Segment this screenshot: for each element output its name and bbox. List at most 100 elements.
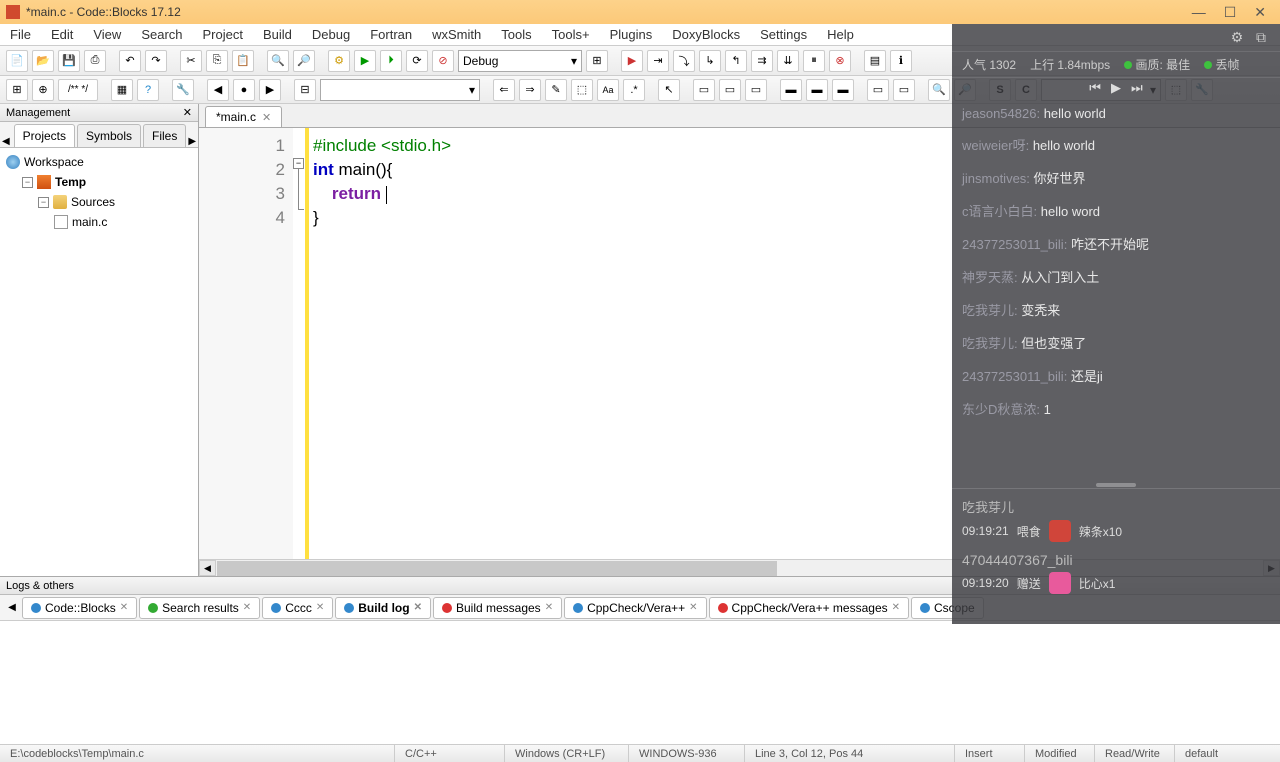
run-icon[interactable]: ▶ (354, 50, 376, 72)
cursor-icon[interactable]: ↖ (658, 79, 680, 101)
drag-handle-icon[interactable] (1096, 483, 1136, 487)
regex-icon[interactable]: .* (623, 79, 645, 101)
fold-minus-icon[interactable]: − (293, 158, 304, 169)
run-to-cursor-icon[interactable]: ⇥ (647, 50, 669, 72)
save-icon[interactable]: 💾 (58, 50, 80, 72)
log-tab-search[interactable]: Search results✕ (139, 597, 260, 619)
menu-plugins[interactable]: Plugins (600, 25, 663, 44)
tb2-wrench-icon[interactable]: 🔧 (172, 79, 194, 101)
tab-projects[interactable]: Projects (14, 124, 75, 147)
scroll-thumb[interactable] (217, 561, 777, 576)
copy-icon[interactable]: ⎘ (206, 50, 228, 72)
tab-files[interactable]: Files (143, 124, 186, 147)
close-icon[interactable]: ✕ (545, 602, 553, 613)
menu-wxsmith[interactable]: wxSmith (422, 25, 491, 44)
build-run-icon[interactable]: ⏵ (380, 50, 402, 72)
close-icon[interactable]: ✕ (892, 602, 900, 613)
tb2-comment-icon[interactable]: /** */ (58, 79, 98, 101)
maximize-button[interactable]: ☐ (1224, 4, 1237, 21)
nav-back-icon[interactable]: ◀ (207, 79, 229, 101)
break-icon[interactable]: ⏸ (803, 50, 825, 72)
tb2-icon[interactable]: ▭ (745, 79, 767, 101)
menu-project[interactable]: Project (193, 25, 253, 44)
tabs-left-arrow[interactable]: ◀ (0, 136, 12, 147)
menu-debug[interactable]: Debug (302, 25, 360, 44)
log-tab-buildmsg[interactable]: Build messages✕ (433, 597, 562, 619)
logs-body[interactable] (0, 621, 1280, 744)
highlight-icon[interactable]: ✎ (545, 79, 567, 101)
editor-tab-mainc[interactable]: *main.c ✕ (205, 106, 282, 127)
close-button[interactable]: ✕ (1254, 4, 1266, 21)
menu-file[interactable]: File (0, 25, 41, 44)
minimize-button[interactable]: — (1192, 4, 1206, 21)
menu-fortran[interactable]: Fortran (360, 25, 422, 44)
tb2-icon[interactable]: ▬ (806, 79, 828, 101)
tb2-icon[interactable]: ▭ (893, 79, 915, 101)
tree-file-mainc[interactable]: main.c (6, 212, 192, 232)
cut-icon[interactable]: ✂ (180, 50, 202, 72)
tb2-icon[interactable]: ⊞ (6, 79, 28, 101)
new-file-icon[interactable]: 📄 (6, 50, 28, 72)
tree-workspace[interactable]: Workspace (6, 152, 192, 172)
tab-close-icon[interactable]: ✕ (262, 111, 271, 124)
menu-toolsplus[interactable]: Tools+ (542, 25, 600, 44)
step-out-icon[interactable]: ↰ (725, 50, 747, 72)
tab-symbols[interactable]: Symbols (77, 124, 141, 147)
debug-windows-icon[interactable]: ▤ (864, 50, 886, 72)
save-all-icon[interactable]: ⎙ (84, 50, 106, 72)
tb2-icon[interactable]: ▭ (693, 79, 715, 101)
management-close-icon[interactable]: ✕ (183, 106, 192, 119)
build-target-select[interactable]: Debug▾ (458, 50, 582, 72)
popout-icon[interactable]: ⧉ (1252, 29, 1270, 47)
zoom-in-icon[interactable]: 🔍 (928, 79, 950, 101)
tree-sources[interactable]: −Sources (6, 192, 192, 212)
close-icon[interactable]: ✕ (689, 602, 697, 613)
build-icon[interactable]: ⚙ (328, 50, 350, 72)
menu-help[interactable]: Help (817, 25, 864, 44)
tb2-help-icon[interactable]: ? (137, 79, 159, 101)
menu-view[interactable]: View (83, 25, 131, 44)
target-icon[interactable]: ⊞ (586, 50, 608, 72)
nav-stop-icon[interactable]: ● (233, 79, 255, 101)
rebuild-icon[interactable]: ⟳ (406, 50, 428, 72)
close-icon[interactable]: ✕ (243, 602, 251, 613)
tb2-icon[interactable]: ▬ (780, 79, 802, 101)
tb2-icon[interactable]: ⊟ (294, 79, 316, 101)
close-icon[interactable]: ✕ (414, 602, 422, 613)
scroll-left-icon[interactable]: ◀ (199, 560, 216, 576)
step-into-icon[interactable]: ↳ (699, 50, 721, 72)
find-icon[interactable]: 🔍 (267, 50, 289, 72)
jump-back-icon[interactable]: ⇐ (493, 79, 515, 101)
step-instr-icon[interactable]: ⇊ (777, 50, 799, 72)
info-icon[interactable]: ℹ (890, 50, 912, 72)
undo-icon[interactable]: ↶ (119, 50, 141, 72)
log-tab-codeblocks[interactable]: Code::Blocks✕ (22, 597, 137, 619)
close-icon[interactable]: ✕ (316, 602, 324, 613)
menu-edit[interactable]: Edit (41, 25, 83, 44)
settings-icon[interactable]: ⚙ (1228, 29, 1246, 47)
tb2-icon[interactable]: ▦ (111, 79, 133, 101)
jump-fwd-icon[interactable]: ⇒ (519, 79, 541, 101)
play-icon[interactable]: ▶ (1111, 80, 1121, 96)
select-icon[interactable]: ⬚ (571, 79, 593, 101)
tb2-icon[interactable]: ▬ (832, 79, 854, 101)
redo-icon[interactable]: ↷ (145, 50, 167, 72)
next-instr-icon[interactable]: ⇉ (751, 50, 773, 72)
menu-doxyblocks[interactable]: DoxyBlocks (662, 25, 750, 44)
menu-settings[interactable]: Settings (750, 25, 817, 44)
collapse-icon[interactable]: − (22, 177, 33, 188)
logs-left-arrow[interactable]: ◀ (4, 602, 20, 613)
abort-icon[interactable]: ⊘ (432, 50, 454, 72)
tb2-icon[interactable]: ▭ (867, 79, 889, 101)
menu-build[interactable]: Build (253, 25, 302, 44)
menu-tools[interactable]: Tools (491, 25, 541, 44)
log-tab-cppcheckmsg[interactable]: CppCheck/Vera++ messages✕ (709, 597, 909, 619)
tb2-icon[interactable]: ⊕ (32, 79, 54, 101)
tb2-select[interactable]: ▾ (320, 79, 480, 101)
case-icon[interactable]: Aa (597, 79, 619, 101)
collapse-icon[interactable]: − (38, 197, 49, 208)
tabs-right-arrow[interactable]: ▶ (186, 136, 198, 147)
open-icon[interactable]: 📂 (32, 50, 54, 72)
prev-icon[interactable]: ⏮ (1089, 80, 1101, 96)
next-line-icon[interactable]: ⤵ (673, 50, 695, 72)
